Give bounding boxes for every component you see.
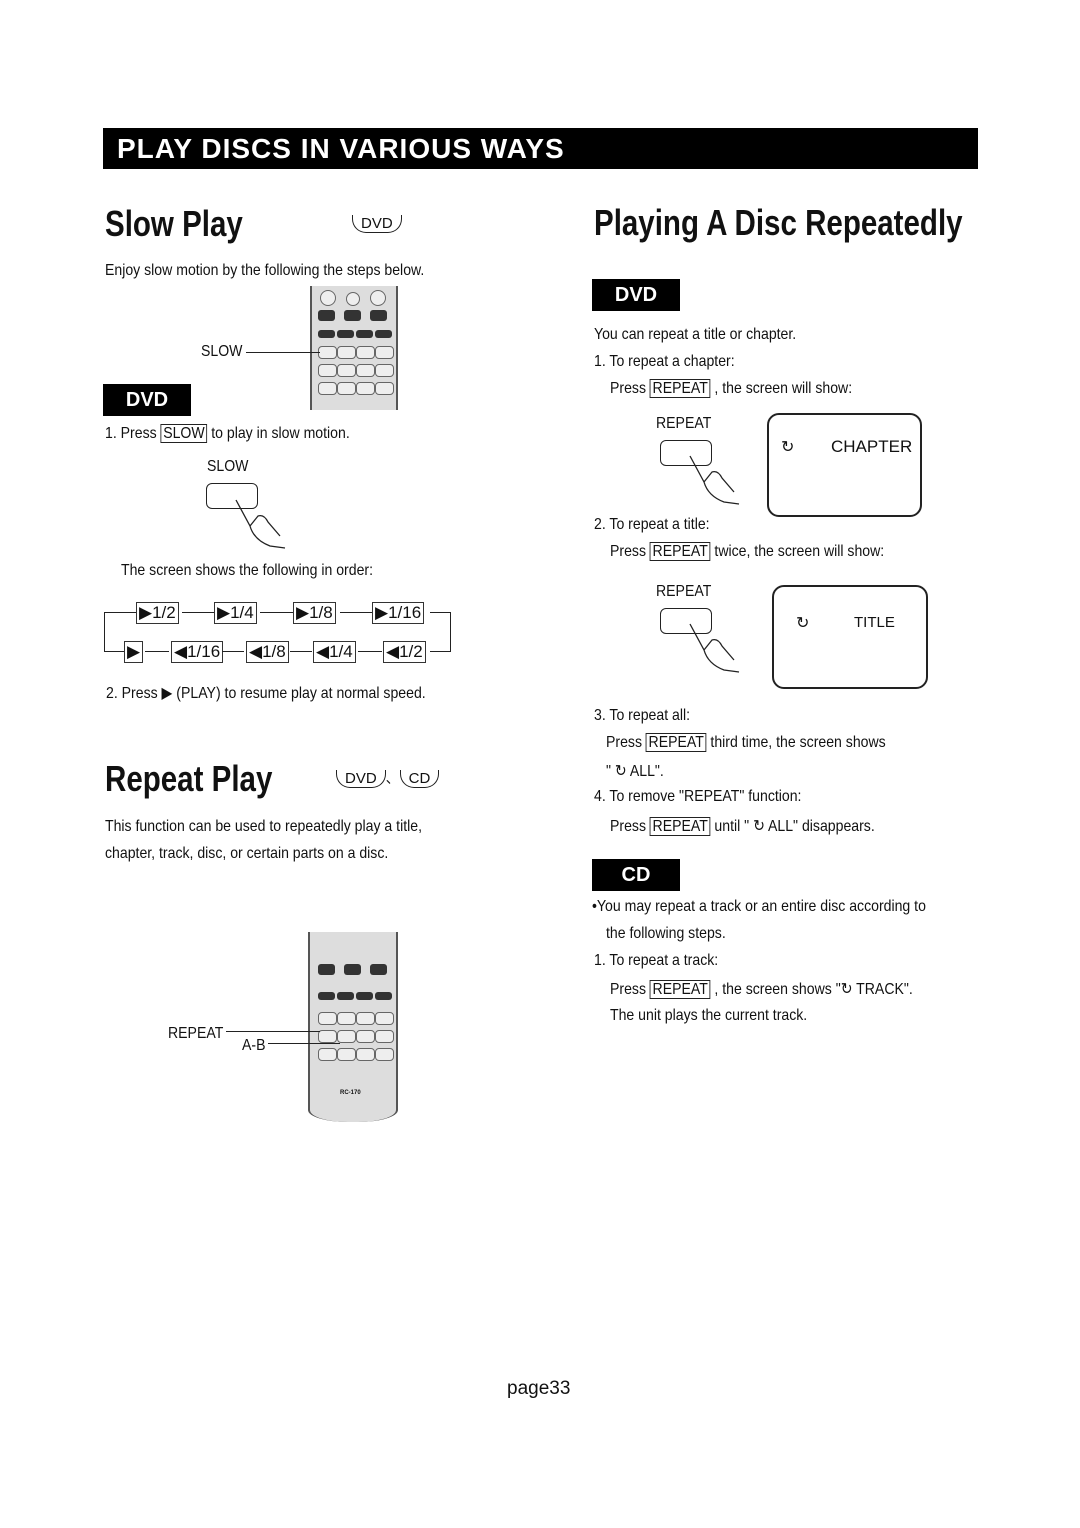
- slow-play-title: Slow Play: [105, 203, 243, 244]
- screen-display-title: ↻ TITLE: [772, 585, 928, 689]
- cd-step1: 1. To repeat a track:: [594, 952, 719, 969]
- repeat-play-title: Repeat Play: [105, 758, 273, 799]
- slow-callout-label: SLOW: [201, 343, 243, 360]
- step1-text: 1. To repeat a chapter:: [594, 353, 735, 370]
- speed-forward: ▶1/8: [293, 602, 336, 624]
- manual-page: PLAY DISCS IN VARIOUS WAYS Slow Play DVD…: [0, 0, 1080, 1528]
- repeat-icon: ↻: [796, 615, 810, 632]
- slow-button-label: SLOW: [207, 458, 249, 475]
- repeat-icon: ↻: [840, 981, 853, 998]
- repeat-desc: chapter, track, disc, or certain parts o…: [105, 845, 389, 862]
- remote-image: [310, 286, 398, 410]
- repeat-icon: ↻: [781, 439, 795, 456]
- cd-text: •You may repeat a track or an entire dis…: [592, 898, 926, 915]
- step2-press: Press REPEAT twice, the screen will show…: [610, 542, 885, 561]
- speed-reverse: ◀1/16: [171, 641, 224, 663]
- speed-forward: ▶1/16: [372, 602, 425, 624]
- repeat-icon: ↻: [753, 818, 765, 835]
- hand-press-icon: [689, 455, 740, 505]
- dvd-disc-badge: DVD: [336, 770, 386, 788]
- step1-press: Press REPEAT , the screen will show:: [610, 379, 853, 398]
- repeatedly-title: Playing A Disc Repeatedly: [594, 202, 963, 243]
- cd-text: The unit plays the current track.: [610, 1007, 808, 1024]
- page-number: page33: [507, 1378, 571, 1399]
- hand-press-icon: [689, 623, 740, 673]
- speed-normal: ▶: [124, 641, 144, 663]
- slow-intro: Enjoy slow motion by the following the s…: [105, 262, 425, 279]
- speed-reverse: ◀1/8: [246, 641, 289, 663]
- slow-step2: 2. Press ▶ (PLAY) to resume play at norm…: [106, 685, 426, 702]
- cd-step1-press: Press REPEAT , the screen shows "↻ TRACK…: [610, 980, 913, 999]
- speed-reverse: ◀1/4: [313, 641, 356, 663]
- repeat-button-label: REPEAT: [656, 415, 712, 432]
- dvd-section-badge: DVD: [103, 384, 191, 416]
- step2-text: 2. To repeat a title:: [594, 516, 710, 533]
- step3-press: Press REPEAT third time, the screen show…: [606, 733, 886, 752]
- speed-forward: ▶1/4: [214, 602, 257, 624]
- hand-press-icon: [235, 499, 286, 549]
- intro-text: You can repeat a title or chapter.: [594, 326, 797, 343]
- cd-text: the following steps.: [606, 925, 726, 942]
- step3-text: 3. To repeat all:: [594, 707, 691, 724]
- repeat-callout-label: REPEAT: [168, 1025, 224, 1042]
- step4-text: 4. To remove "REPEAT" function:: [594, 788, 802, 805]
- slow-key: SLOW: [160, 424, 208, 443]
- cd-section-badge: CD: [592, 859, 680, 891]
- dvd-disc-badge: DVD: [352, 215, 402, 233]
- section-banner: PLAY DISCS IN VARIOUS WAYS: [103, 128, 978, 169]
- step3-all: " ↻ ALL".: [606, 763, 664, 780]
- ab-callout-label: A-B: [242, 1037, 266, 1054]
- repeat-desc: This function can be used to repeatedly …: [105, 818, 422, 835]
- step4-press: Press REPEAT until " ↻ ALL" disappears.: [610, 817, 875, 836]
- cd-disc-badge: CD: [399, 770, 440, 788]
- slow-step1: 1. Press SLOW to play in slow motion.: [105, 424, 350, 443]
- dvd-section-badge: DVD: [592, 279, 680, 311]
- remote-model: RC-170: [340, 1090, 361, 1096]
- repeat-button-label: REPEAT: [656, 583, 712, 600]
- remote-image: RC-170: [308, 932, 398, 1122]
- speed-forward: ▶1/2: [136, 602, 179, 624]
- speed-reverse: ◀1/2: [383, 641, 426, 663]
- order-text: The screen shows the following in order:: [121, 562, 374, 579]
- repeat-icon: ↻: [614, 763, 627, 780]
- screen-display-chapter: ↻ CHAPTER: [767, 413, 922, 517]
